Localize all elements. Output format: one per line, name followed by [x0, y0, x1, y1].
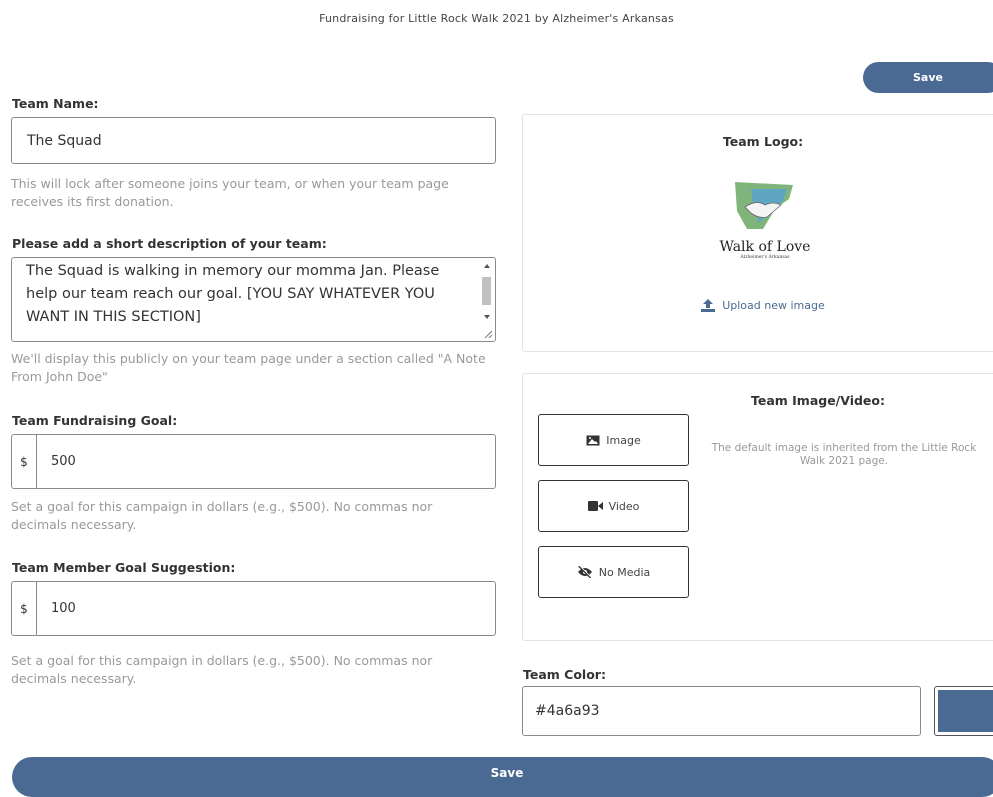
- description-label: Please add a short description of your t…: [12, 236, 327, 251]
- walk-of-love-logo-icon: [735, 182, 793, 229]
- team-media-note: The default image is inherited from the …: [711, 442, 977, 467]
- media-option-no-media[interactable]: No Media: [538, 546, 689, 598]
- fundraising-goal-value: 500: [51, 454, 76, 469]
- color-swatch: [938, 690, 993, 732]
- media-option-image[interactable]: Image: [538, 414, 689, 466]
- video-icon: [587, 501, 603, 511]
- fundraising-goal-field[interactable]: $ 500: [11, 434, 496, 489]
- page-header-title: Fundraising for Little Rock Walk 2021 by…: [319, 12, 674, 25]
- scroll-thumb[interactable]: [482, 277, 491, 305]
- image-icon: [586, 435, 600, 445]
- member-goal-value: 100: [51, 601, 76, 616]
- resize-handle-icon[interactable]: [484, 330, 493, 339]
- fundraising-goal-label: Team Fundraising Goal:: [12, 413, 178, 428]
- currency-prefix: $: [12, 435, 37, 488]
- currency-prefix: $: [12, 582, 37, 635]
- member-goal-help: Set a goal for this campaign in dollars …: [11, 653, 433, 686]
- eye-slash-icon: [577, 566, 593, 578]
- team-logo-label: Team Logo:: [722, 134, 804, 149]
- media-option-video[interactable]: Video: [538, 480, 689, 532]
- save-button-bottom[interactable]: Save: [12, 757, 993, 797]
- fundraising-goal-help: Set a goal for this campaign in dollars …: [11, 499, 433, 532]
- description-value: The Squad is walking in memory our momma…: [26, 263, 440, 325]
- team-media-panel: Team Image/Video: Image Video No Media T…: [522, 373, 993, 641]
- logo-title: Walk of Love: [719, 239, 811, 255]
- team-color-label: Team Color:: [523, 667, 606, 682]
- member-goal-label: Team Member Goal Suggestion:: [12, 560, 236, 575]
- team-color-input[interactable]: #4a6a93: [522, 686, 921, 736]
- team-logo-panel: Team Logo: Walk of Love Alzheimer's Arka…: [522, 114, 993, 352]
- team-logo-image: Walk of Love Alzheimer's Arkansas: [705, 181, 825, 271]
- team-name-value: The Squad: [27, 132, 102, 149]
- team-media-label: Team Image/Video:: [750, 393, 885, 408]
- scroll-down-icon[interactable]: [484, 315, 490, 319]
- description-scrollbar[interactable]: [480, 260, 493, 338]
- logo-subtitle: Alzheimer's Arkansas: [740, 255, 790, 260]
- upload-label: Upload new image: [722, 299, 825, 312]
- team-color-swatch-button[interactable]: [934, 686, 993, 736]
- save-button-top[interactable]: Save: [863, 62, 993, 93]
- description-help: We'll display this publicly on your team…: [11, 351, 486, 384]
- team-name-help: This will lock after someone joins your …: [11, 176, 449, 209]
- upload-icon: [701, 299, 716, 312]
- scroll-up-icon[interactable]: [484, 264, 490, 268]
- member-goal-field[interactable]: $ 100: [11, 581, 496, 636]
- team-name-input[interactable]: The Squad: [11, 117, 496, 164]
- description-textarea[interactable]: The Squad is walking in memory our momma…: [11, 257, 496, 342]
- team-name-label: Team Name:: [12, 96, 99, 111]
- upload-new-image-link[interactable]: Upload new image: [523, 299, 993, 312]
- team-color-value: #4a6a93: [535, 703, 600, 719]
